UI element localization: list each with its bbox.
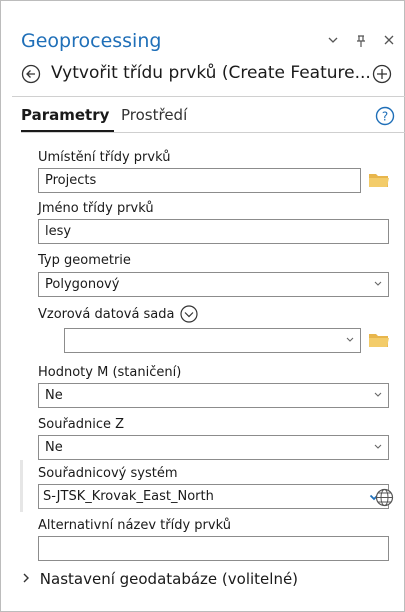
geodatabase-settings-expander[interactable]: Nastavení geodatabáze (volitelné)	[21, 570, 298, 588]
header-divider	[12, 96, 405, 97]
add-icon[interactable]	[372, 64, 392, 84]
template-select[interactable]	[64, 328, 361, 353]
z-values-value: Ne	[45, 440, 63, 455]
z-values-select[interactable]: Ne	[38, 435, 389, 460]
template-label: Vzorová datová sada	[38, 307, 175, 322]
m-values-label: Hodnoty M (staničení)	[38, 365, 182, 380]
crs-value: S-JTSK_Krovak_East_North	[43, 489, 214, 504]
name-label: Jméno třídy prvků	[38, 201, 154, 216]
tab-environments[interactable]: Prostředí	[121, 106, 187, 124]
chevron-down-icon	[372, 388, 384, 402]
geometry-select[interactable]: Polygonový	[38, 272, 389, 297]
close-icon[interactable]	[382, 34, 396, 52]
geometry-value: Polygonový	[45, 277, 120, 292]
chevron-down-icon	[372, 277, 384, 291]
chevron-down-icon	[344, 333, 356, 347]
svg-text:?: ?	[382, 110, 388, 124]
tab-divider	[21, 132, 405, 133]
help-icon[interactable]: ?	[375, 106, 395, 126]
location-input[interactable]: Projects	[38, 168, 361, 193]
folder-icon[interactable]	[368, 171, 390, 189]
alias-label: Alternativní název třídy prvků	[38, 518, 231, 533]
pane-header: Geoprocessing	[21, 30, 401, 56]
name-input[interactable]: lesy	[38, 219, 389, 244]
back-arrow-icon[interactable]	[21, 64, 41, 84]
focus-indicator	[20, 460, 23, 512]
crs-select[interactable]: S-JTSK_Krovak_East_North	[38, 484, 361, 509]
m-values-value: Ne	[45, 388, 63, 403]
globe-icon[interactable]	[375, 488, 394, 507]
crs-label: Souřadnicový systém	[38, 466, 178, 481]
z-values-label: Souřadnice Z	[38, 417, 125, 432]
m-values-select[interactable]: Ne	[38, 383, 389, 408]
pane-title: Geoprocessing	[21, 30, 162, 52]
tab-parameters[interactable]: Parametry	[21, 106, 109, 124]
expand-template-icon[interactable]	[180, 305, 198, 323]
chevron-right-icon	[21, 570, 35, 588]
pin-icon[interactable]	[354, 34, 368, 52]
tool-header: Vytvořit třídu prvků (Create Feature...	[21, 62, 405, 88]
geometry-label: Typ geometrie	[38, 253, 131, 268]
folder-icon[interactable]	[368, 331, 390, 349]
dropdown-icon[interactable]	[326, 34, 340, 52]
alias-input[interactable]	[38, 536, 389, 561]
expander-label: Nastavení geodatabáze (volitelné)	[39, 570, 299, 588]
tool-title: Vytvořit třídu prvků (Create Feature...	[51, 63, 371, 83]
chevron-down-icon	[372, 440, 384, 454]
location-label: Umístění třídy prvků	[38, 150, 171, 165]
tab-bar: Parametry Prostředí ?	[21, 106, 405, 132]
